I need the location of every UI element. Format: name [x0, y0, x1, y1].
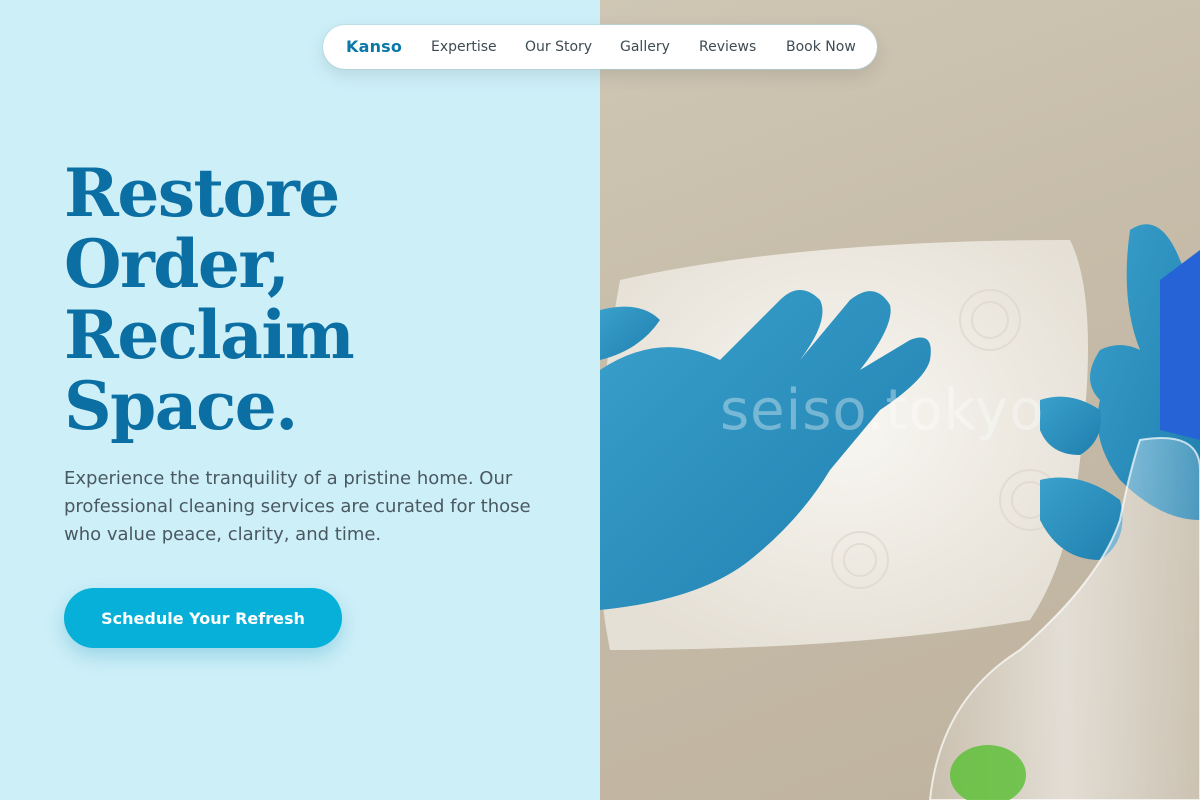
- hero-title-line: Reclaim: [64, 296, 355, 374]
- hero-title-line: Restore: [64, 154, 340, 232]
- hero-photo: seiso.tokyo: [600, 0, 1200, 800]
- top-nav: Kanso Expertise Our Story Gallery Review…: [323, 25, 877, 69]
- nav-link-gallery[interactable]: Gallery: [620, 39, 670, 55]
- hero-title-line: Space.: [64, 367, 298, 445]
- hero-title-line: Order,: [64, 225, 290, 303]
- brand-logo[interactable]: Kanso: [346, 37, 402, 56]
- schedule-refresh-button[interactable]: Schedule Your Refresh: [64, 588, 342, 648]
- nav-link-our-story[interactable]: Our Story: [525, 39, 592, 55]
- nav-link-book-now[interactable]: Book Now: [786, 39, 856, 55]
- hero-description: Experience the tranquility of a pristine…: [64, 468, 531, 545]
- watermark-text: seiso.tokyo: [720, 378, 1045, 443]
- nav-link-expertise[interactable]: Expertise: [431, 39, 497, 55]
- hero-title: Restore Order, Reclaim Space.: [64, 158, 544, 442]
- nav-link-reviews[interactable]: Reviews: [699, 39, 756, 55]
